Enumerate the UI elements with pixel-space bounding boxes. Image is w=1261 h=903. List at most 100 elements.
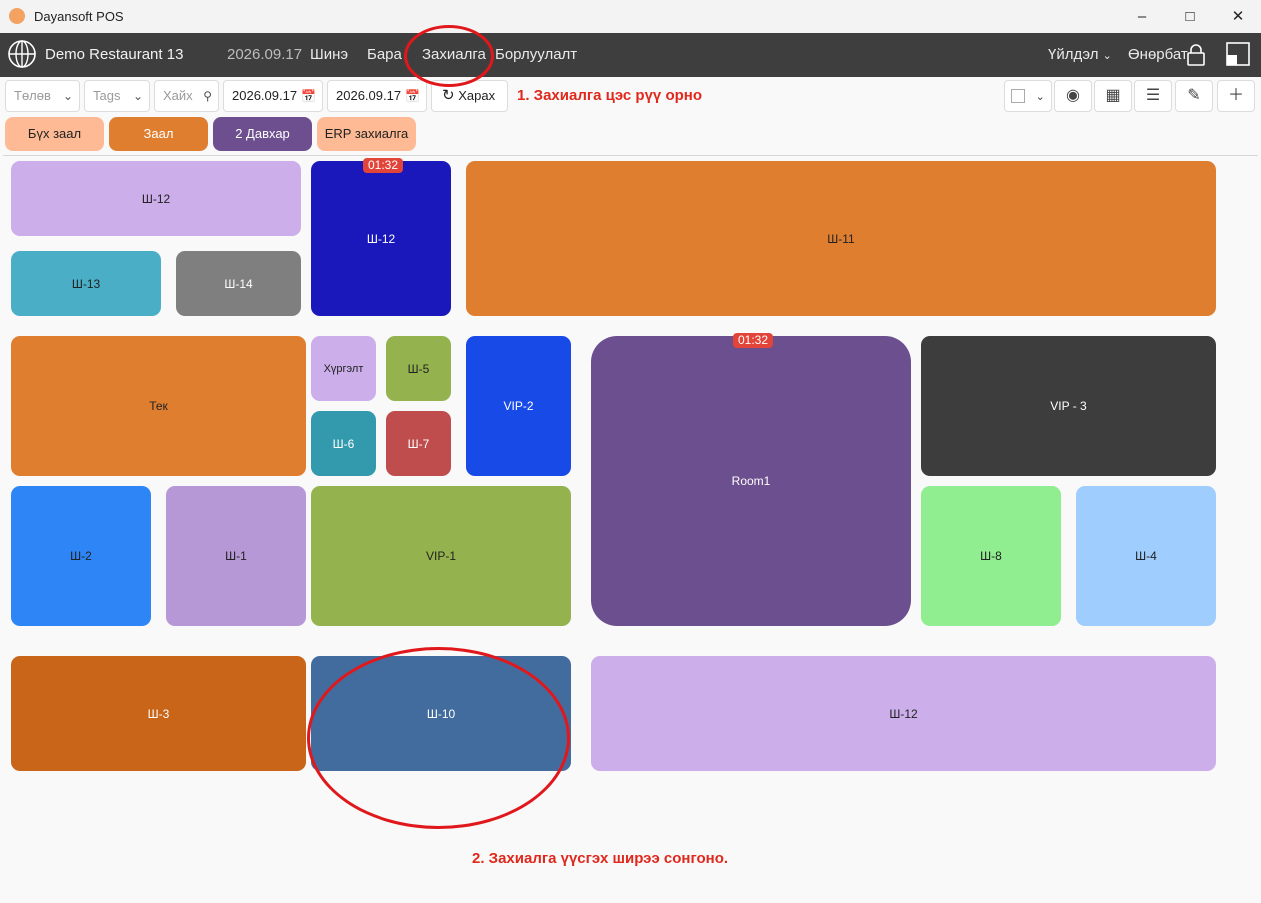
nav-link-sales[interactable]: Борлуулалт: [495, 46, 577, 63]
restaurant-name: Demo Restaurant 13: [45, 46, 184, 63]
table-label: Room1: [731, 474, 771, 488]
pencil-icon: ✎: [1187, 87, 1201, 104]
table-tile[interactable]: VIP-1: [311, 486, 571, 626]
operations-label: Үйлдэл: [1048, 46, 1099, 63]
table-tile[interactable]: Ш-7: [386, 411, 451, 476]
table-tile[interactable]: Room1: [591, 336, 911, 626]
list-icon: ☰: [1145, 87, 1161, 104]
date-to-input[interactable]: 2026.09.17 📅: [327, 80, 427, 112]
table-tile[interactable]: Ш-10: [311, 656, 571, 771]
status-placeholder: Төлөв: [14, 88, 51, 103]
table-label: Ш-12: [889, 706, 918, 721]
plus-icon: ＋: [1227, 87, 1244, 104]
lock-icon[interactable]: [1186, 44, 1206, 66]
table-label: Ш-11: [827, 231, 855, 246]
table-tile[interactable]: Ш-12: [311, 161, 451, 316]
table-label: Ш-1: [225, 549, 247, 563]
date-from-input[interactable]: 2026.09.17 📅: [223, 80, 323, 112]
chevron-down-icon: ⌄: [1035, 91, 1045, 103]
nav-link-new[interactable]: Шинэ: [310, 46, 348, 63]
table-tile[interactable]: Ш-5: [386, 336, 451, 401]
table-label: Ш-10: [426, 706, 456, 721]
nav-link-bar[interactable]: Бара: [367, 46, 402, 63]
chevron-down-icon: ⌄: [62, 89, 73, 103]
chevron-down-icon: ⌄: [132, 89, 143, 103]
table-tile[interactable]: Ш-14: [176, 251, 301, 316]
close-icon[interactable]: ✕: [1227, 6, 1249, 28]
table-tile[interactable]: Ш-1: [166, 486, 306, 626]
table-tile[interactable]: Ш-13: [11, 251, 161, 316]
table-tile[interactable]: Ш-6: [311, 411, 376, 476]
divider: [3, 155, 1258, 156]
table-tile[interactable]: Ш-2: [11, 486, 151, 626]
date-to-value: 2026.09.17: [336, 88, 402, 103]
calendar-icon: 📅: [301, 89, 316, 103]
hall-tab-all[interactable]: Бүх заал: [5, 117, 104, 151]
table-label: VIP - 3: [1050, 399, 1087, 413]
edit-button[interactable]: ✎: [1175, 80, 1213, 112]
tags-placeholder: Tags: [93, 88, 121, 103]
table-tile[interactable]: Хүргэлт: [311, 336, 376, 401]
view-button[interactable]: ↻ Харах: [431, 80, 508, 112]
table-tile[interactable]: Ш-3: [11, 656, 306, 771]
hall-tab-second-floor[interactable]: 2 Давхар: [213, 117, 312, 151]
nav-link-orders[interactable]: Захиалга: [422, 46, 486, 63]
floor-plan: Ш-12 Ш-12 01:32 Ш-11 Ш-13 Ш-14 Тек Хүргэ…: [0, 155, 1261, 903]
filter-toolbar: Төлөв ⌄ Tags ⌄ Хайх ⚲ 2026.09.17 📅 2026.…: [0, 78, 1261, 116]
table-label: Ш-12: [366, 231, 396, 246]
hall-tab-hall[interactable]: Заал: [109, 117, 208, 151]
table-label: Ш-12: [141, 191, 171, 206]
layout-toggle-icon[interactable]: [1226, 42, 1250, 66]
maximize-icon[interactable]: □: [1179, 6, 1201, 28]
tags-select[interactable]: Tags ⌄: [84, 80, 150, 112]
grid-icon: ▦: [1105, 87, 1121, 104]
status-select[interactable]: Төлөв ⌄: [5, 80, 80, 112]
date-from-value: 2026.09.17: [232, 88, 298, 103]
record-view-button[interactable]: ◉: [1054, 80, 1092, 112]
order-timer-badge: 01:32: [363, 158, 404, 173]
search-input[interactable]: Хайх ⚲: [154, 80, 219, 112]
table-label: Ш-3: [147, 706, 170, 721]
annotation-step2: 2. Захиалга үүсгэх ширээ сонгоно.: [472, 850, 729, 867]
radio-icon: ◉: [1066, 87, 1080, 104]
hall-tab-erp-orders[interactable]: ERP захиалга: [317, 117, 416, 151]
table-tile[interactable]: Ш-12: [591, 656, 1216, 771]
table-label: Ш-8: [980, 549, 1002, 563]
table-label: Ш-13: [71, 276, 101, 291]
order-timer-badge: 01:32: [733, 333, 774, 348]
hall-tabs: Бүх заал Заал 2 Давхар ERP захиалга: [0, 116, 1261, 154]
table-label: Тек: [149, 399, 168, 413]
table-label: Хүргэлт: [323, 362, 364, 375]
refresh-icon: ↻: [442, 87, 455, 104]
table-label: Ш-4: [1135, 549, 1157, 563]
table-label: Ш-2: [70, 549, 92, 563]
window-title: Dayansoft POS: [34, 9, 124, 24]
table-tile[interactable]: VIP-2: [466, 336, 571, 476]
list-view-button[interactable]: ☰: [1134, 80, 1172, 112]
calendar-icon: 📅: [405, 89, 420, 103]
window-titlebar: Dayansoft POS – □ ✕: [0, 0, 1261, 33]
table-label: VIP-2: [503, 399, 534, 413]
selection-dropdown[interactable]: ⌄: [1004, 80, 1052, 112]
user-name[interactable]: Өнөрбат: [1128, 46, 1188, 63]
table-tile[interactable]: Тек: [11, 336, 306, 476]
minimize-icon[interactable]: –: [1131, 6, 1153, 28]
table-label: Ш-6: [332, 436, 355, 451]
table-label: Ш-5: [407, 361, 430, 376]
table-tile[interactable]: Ш-12: [11, 161, 301, 236]
table-tile[interactable]: Ш-4: [1076, 486, 1216, 626]
grid-view-button[interactable]: ▦: [1094, 80, 1132, 112]
table-tile[interactable]: Ш-11: [466, 161, 1216, 316]
business-date: 2026.09.17: [227, 46, 303, 63]
app-logo-icon: [9, 8, 25, 24]
search-icon: ⚲: [203, 89, 212, 103]
table-label: Ш-14: [224, 276, 253, 291]
table-tile[interactable]: VIP - 3: [921, 336, 1216, 476]
add-button[interactable]: ＋: [1217, 80, 1255, 112]
view-button-label: Харах: [458, 88, 496, 103]
search-placeholder: Хайх: [163, 88, 193, 103]
table-label: Ш-7: [407, 436, 430, 451]
globe-icon: [8, 40, 36, 68]
operations-menu[interactable]: Үйлдэл ⌄: [1048, 46, 1112, 63]
table-tile[interactable]: Ш-8: [921, 486, 1061, 626]
